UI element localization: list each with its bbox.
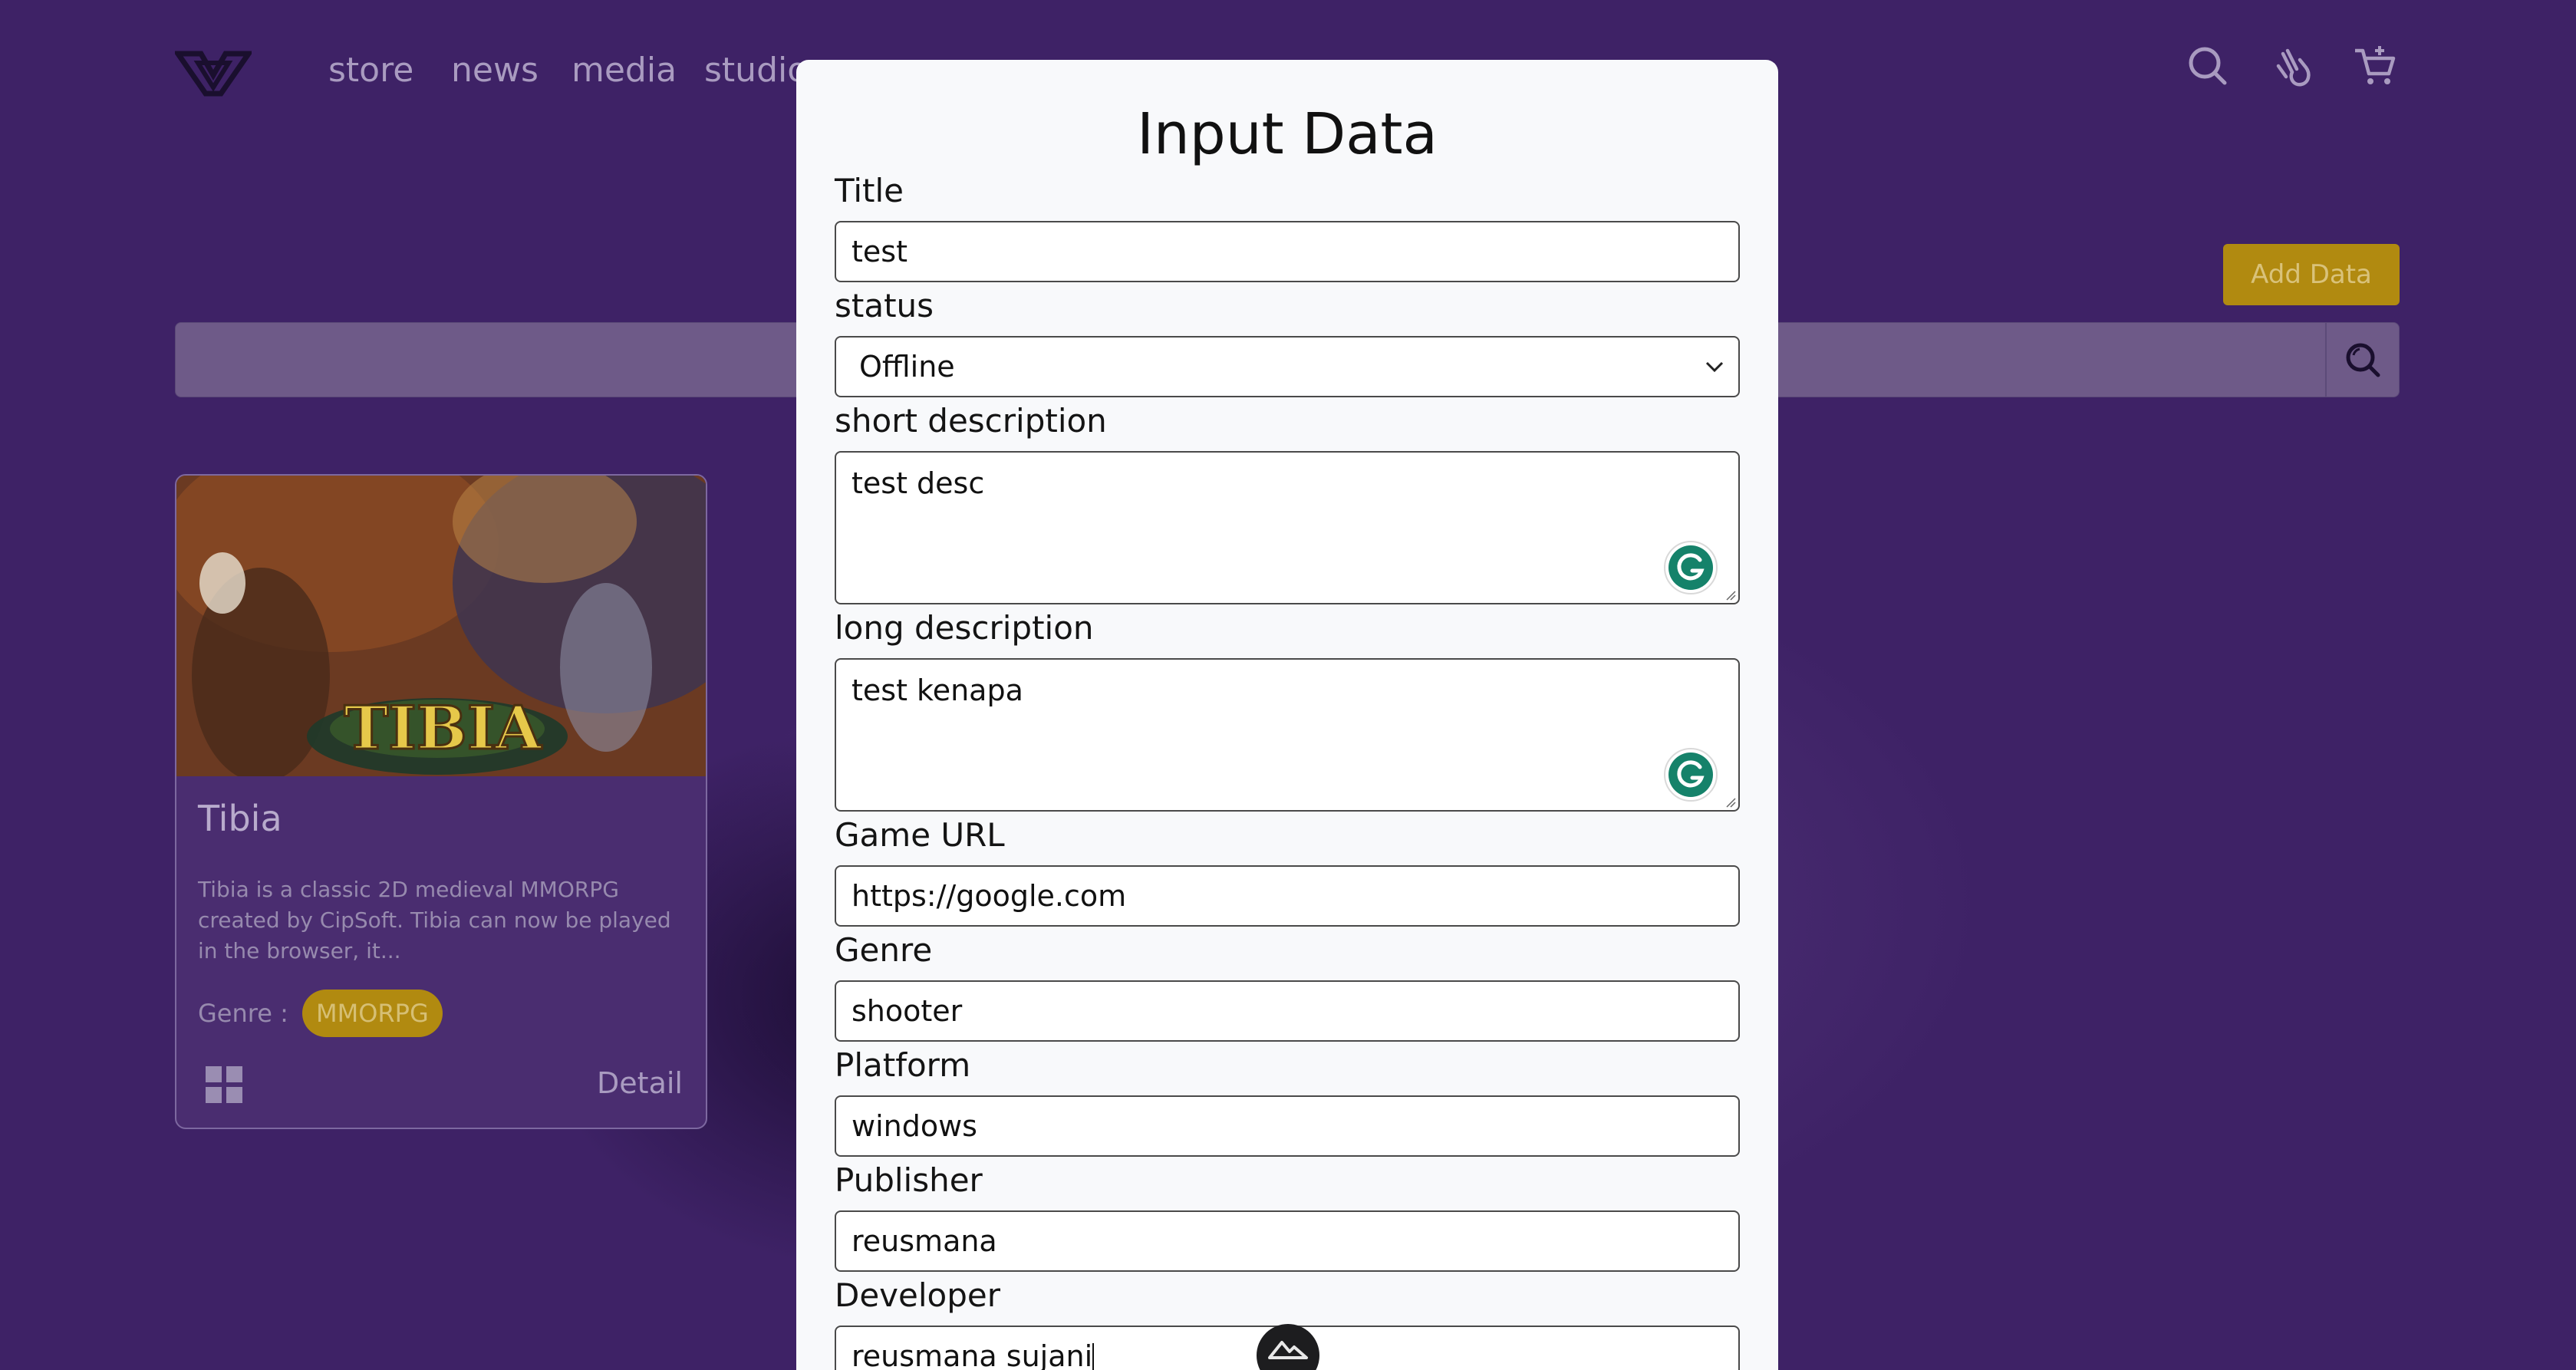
- game-url-label: Game URL: [835, 816, 1005, 854]
- input-data-modal: Input Data Title test status Offline sho…: [796, 60, 1778, 1370]
- grid-icon[interactable]: [204, 1065, 244, 1105]
- grammarly-icon[interactable]: [1663, 747, 1718, 802]
- nav-link-studio[interactable]: studio: [704, 51, 808, 90]
- search-button[interactable]: [2325, 323, 2399, 397]
- resize-handle-icon[interactable]: [1724, 588, 1736, 601]
- status-selected-value: Offline: [859, 350, 955, 384]
- resize-handle-icon[interactable]: [1724, 795, 1736, 808]
- platform-label: Platform: [835, 1046, 971, 1084]
- developer-value: reusmana sujani: [852, 1339, 1093, 1370]
- game-title: Tibia: [198, 798, 282, 839]
- genre-label: Genre :: [198, 999, 288, 1028]
- hand-icon[interactable]: [2269, 43, 2315, 89]
- title-label: Title: [835, 172, 904, 209]
- detail-link[interactable]: Detail: [597, 1066, 683, 1100]
- game-description: Tibia is a classic 2D medieval MMORPG cr…: [198, 877, 671, 963]
- long-description-value: test kenapa: [852, 673, 1023, 707]
- cart-icon[interactable]: [2352, 43, 2398, 89]
- short-description-label: short description: [835, 402, 1107, 440]
- long-description-label: long description: [835, 609, 1094, 647]
- nav-link-store[interactable]: store: [328, 51, 413, 90]
- genre-field-label: Genre: [835, 931, 933, 969]
- mountain-logo-icon: [1268, 1341, 1308, 1359]
- short-description-value: test desc: [852, 466, 985, 500]
- add-data-button[interactable]: Add Data: [2223, 244, 2400, 305]
- status-label: status: [835, 287, 934, 324]
- chevron-down-icon: [1705, 361, 1724, 373]
- publisher-label: Publisher: [835, 1161, 983, 1199]
- developer-label: Developer: [835, 1276, 1001, 1314]
- brand-logo[interactable]: [175, 48, 252, 98]
- grammarly-icon[interactable]: [1663, 540, 1718, 595]
- long-description-textarea[interactable]: test kenapa: [835, 658, 1740, 812]
- search-icon: [2346, 343, 2380, 377]
- short-description-textarea[interactable]: test desc: [835, 451, 1740, 604]
- title-input[interactable]: test: [835, 221, 1740, 282]
- search-icon[interactable]: [2185, 43, 2231, 89]
- nav-link-news[interactable]: news: [451, 51, 539, 90]
- status-select[interactable]: Offline: [835, 336, 1740, 397]
- text-cursor: [1092, 1342, 1095, 1370]
- game-cover-image: TIBIA: [176, 476, 706, 776]
- genre-input[interactable]: shooter: [835, 980, 1740, 1042]
- platform-input[interactable]: windows: [835, 1095, 1740, 1157]
- nav-link-media[interactable]: media: [572, 51, 677, 90]
- game-url-input[interactable]: https://google.com: [835, 865, 1740, 927]
- modal-title: Input Data: [1137, 101, 1438, 167]
- game-card[interactable]: TIBIA Tibia Tibia is a classic 2D mediev…: [175, 474, 707, 1129]
- game-logo-text: TIBIA: [344, 693, 542, 763]
- publisher-input[interactable]: reusmana: [835, 1210, 1740, 1272]
- genre-badge: MMORPG: [302, 990, 443, 1037]
